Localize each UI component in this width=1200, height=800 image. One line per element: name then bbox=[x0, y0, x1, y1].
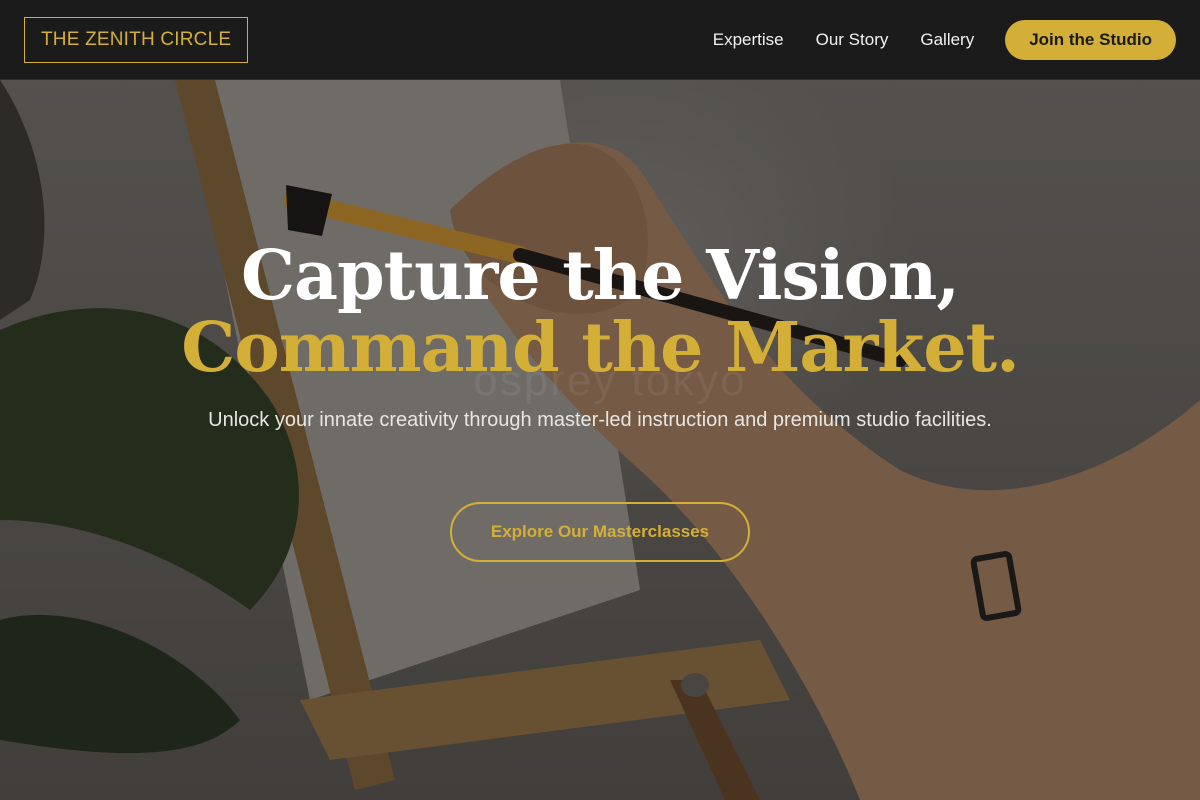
nav-link-our-story[interactable]: Our Story bbox=[816, 30, 889, 50]
hero-headline-line-2: Command the Market. bbox=[181, 308, 1020, 388]
brand-logo[interactable]: THE ZENITH CIRCLE bbox=[24, 17, 249, 63]
nav-link-gallery[interactable]: Gallery bbox=[920, 30, 974, 50]
site-navbar: THE ZENITH CIRCLE Expertise Our Story Ga… bbox=[0, 0, 1200, 80]
nav-link-expertise[interactable]: Expertise bbox=[713, 30, 784, 50]
hero-headline-line-1: Capture the Vision, bbox=[240, 236, 960, 316]
join-studio-button[interactable]: Join the Studio bbox=[1005, 20, 1176, 60]
explore-masterclasses-button[interactable]: Explore Our Masterclasses bbox=[450, 502, 750, 562]
hero-section: Capture the Vision, Command the Market. … bbox=[0, 80, 1200, 800]
hero-subheadline: Unlock your innate creativity through ma… bbox=[208, 409, 992, 431]
nav-links: Expertise Our Story Gallery Join the Stu… bbox=[713, 20, 1176, 60]
